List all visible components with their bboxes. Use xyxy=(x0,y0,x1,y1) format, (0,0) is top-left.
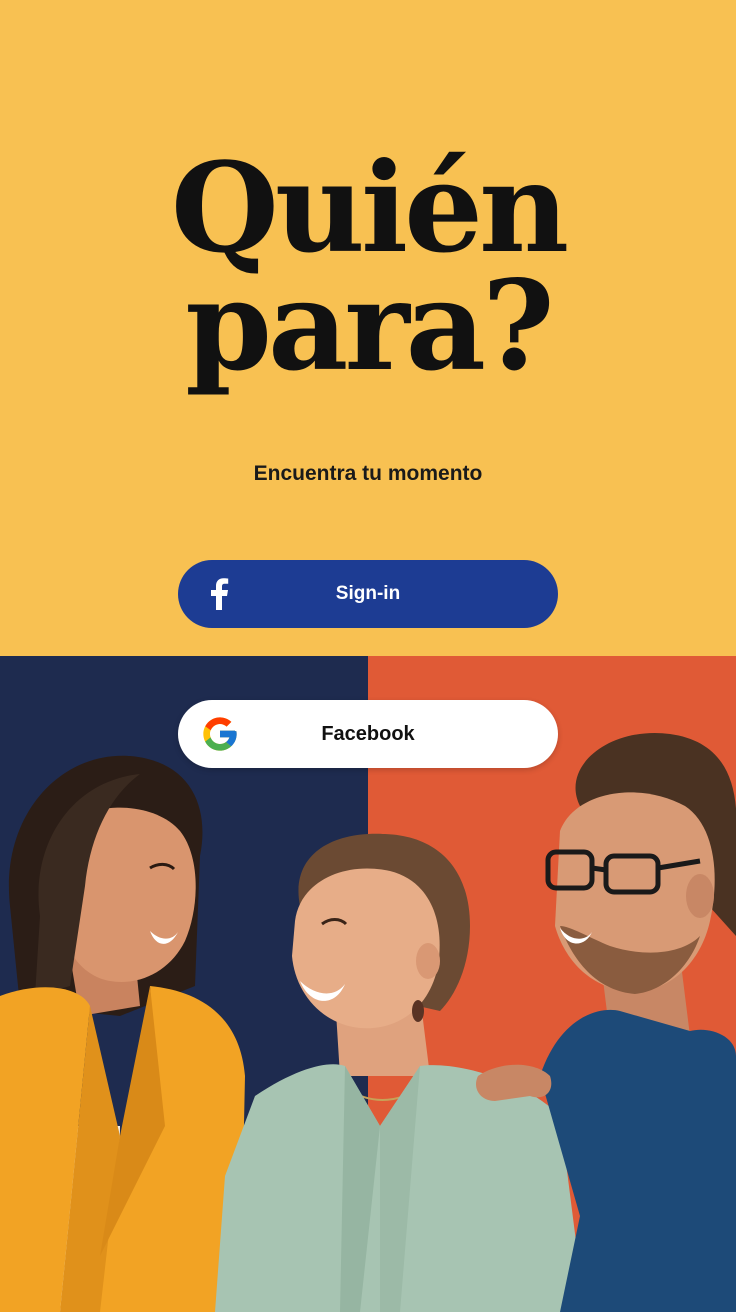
person-left xyxy=(0,755,245,1312)
google-signin-label: Facebook xyxy=(321,723,415,745)
welcome-screen: Quién para? Encuentra tu momento Sign-in… xyxy=(0,0,736,1312)
tagline: Encuentra tu momento xyxy=(253,462,483,485)
app-title: Quién para? xyxy=(0,136,736,399)
title-line-2: para? xyxy=(185,254,554,399)
hero-panel: Quién para? Encuentra tu momento xyxy=(0,0,736,656)
title-line-1: Quién xyxy=(170,136,569,281)
google-signin-button[interactable]: Facebook xyxy=(178,700,558,768)
facebook-signin-label: Sign-in xyxy=(335,583,401,604)
facebook-signin-button[interactable]: Sign-in xyxy=(178,560,558,628)
